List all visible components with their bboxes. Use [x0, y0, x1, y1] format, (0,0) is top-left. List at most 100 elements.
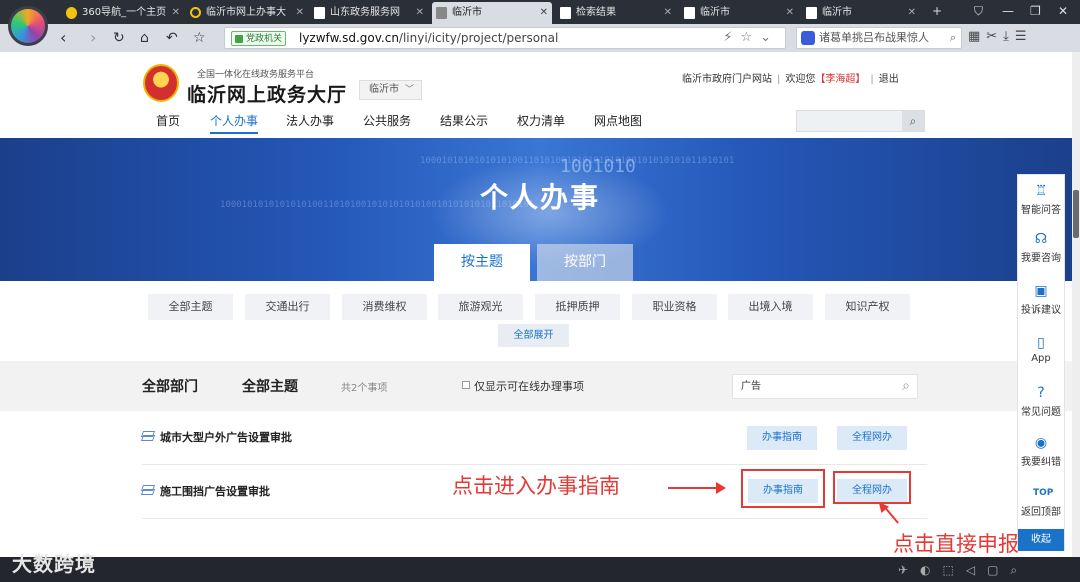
- online-apply-button[interactable]: 全程网办: [837, 426, 907, 450]
- faq-button[interactable]: ? 常见问题: [1018, 385, 1064, 418]
- status-icons[interactable]: ✈◐⬚◁▢⌕: [898, 563, 1029, 578]
- site-title[interactable]: 临沂网上政务大厅: [187, 80, 347, 107]
- topic-all[interactable]: 全部主题: [148, 294, 233, 320]
- user-name[interactable]: 【李海超】: [815, 74, 865, 85]
- topic-entry-exit[interactable]: 出境入境: [728, 294, 813, 320]
- side-label: 我要纠错: [1021, 457, 1061, 468]
- guide-button[interactable]: 办事指南: [747, 426, 817, 450]
- browser-tab[interactable]: 检索结果 ✕: [556, 2, 676, 24]
- browser-tab[interactable]: 山东政务服务网 ✕: [310, 2, 428, 24]
- forward-icon[interactable]: ›: [90, 28, 96, 48]
- url-action-icons[interactable]: ⚡☆⌄: [723, 30, 779, 45]
- browser-tab[interactable]: 360导航_一个主页 ✕: [62, 2, 184, 24]
- site-search-input[interactable]: ⌕: [796, 110, 925, 132]
- item-name[interactable]: 施工围挡广告设置审批: [160, 483, 270, 499]
- tab-by-topic[interactable]: 按主题: [434, 244, 530, 281]
- app-button[interactable]: ▯ App: [1018, 335, 1064, 364]
- browser-tab[interactable]: 临沂市网上办事大 ✕: [186, 2, 308, 24]
- arrow-head-icon: [716, 482, 726, 494]
- toolbar-icons[interactable]: ▦✂⤓☰: [968, 29, 1033, 44]
- topic-qualification[interactable]: 职业资格: [632, 294, 717, 320]
- apply-hint-annotation: 点击直接申报: [893, 532, 1019, 556]
- consult-button[interactable]: ☊ 我要咨询: [1018, 231, 1064, 264]
- reload-icon[interactable]: ↻: [113, 28, 125, 48]
- close-icon[interactable]: ✕: [540, 2, 548, 24]
- url-path: /linyi/icity/project/personal: [398, 31, 559, 45]
- close-icon[interactable]: ✕: [172, 2, 180, 24]
- shirt-icon[interactable]: ⛉: [974, 4, 983, 19]
- tab-label: 临沂市: [822, 7, 852, 18]
- page-scrollbar[interactable]: [1072, 52, 1080, 557]
- search-icon[interactable]: ⌕: [902, 111, 924, 131]
- new-tab-icon[interactable]: +: [932, 4, 942, 18]
- browser-tab[interactable]: 临沂市 ✕: [802, 2, 920, 24]
- favorite-icon[interactable]: ☆: [193, 28, 206, 48]
- gov-site-badge: 党政机关: [231, 31, 287, 46]
- location-icon: ◉: [1034, 435, 1048, 451]
- topic-mortgage[interactable]: 抵押质押: [535, 294, 620, 320]
- topic-ip[interactable]: 知识产权: [825, 294, 910, 320]
- close-window-icon[interactable]: ✕: [1058, 4, 1068, 18]
- back-to-top-button[interactable]: TOP 返回顶部: [1018, 485, 1064, 518]
- close-icon[interactable]: ✕: [664, 2, 672, 24]
- logout-link[interactable]: 退出: [879, 74, 899, 85]
- topic-filter: 全部主题 交通出行 消费维权 旅游观光 抵押质押 职业资格 出境入境 知识产权 …: [0, 281, 1080, 361]
- search-icon[interactable]: ⌕: [950, 28, 956, 48]
- topic-consumer[interactable]: 消费维权: [342, 294, 427, 320]
- tab-label: 临沂市: [452, 7, 482, 18]
- filter-bar: 全部部门 全部主题 共2个事项 仅显示可在线办理事项 广告 ⌕: [0, 361, 1080, 411]
- top-links: 临沂市政府门户网站 | 欢迎您【李海超】 | 退出: [682, 74, 899, 85]
- browser-tab[interactable]: 临沂市 ✕: [680, 2, 798, 24]
- nav-power-list[interactable]: 权力清单: [517, 110, 565, 132]
- banner-big-binary: 1001010: [560, 156, 636, 177]
- nav-personal[interactable]: 个人办事: [210, 110, 259, 134]
- close-icon[interactable]: ✕: [908, 2, 916, 24]
- question-icon: ?: [1037, 385, 1045, 401]
- restore-icon[interactable]: ❐: [1030, 4, 1041, 18]
- tab-by-department[interactable]: 按部门: [537, 244, 633, 281]
- side-label: 智能问答: [1021, 205, 1061, 216]
- minimize-icon[interactable]: —: [1002, 4, 1014, 18]
- search-engine-icon[interactable]: [801, 31, 815, 45]
- search-icon[interactable]: ⌕: [902, 375, 910, 398]
- topic-tourism[interactable]: 旅游观光: [438, 294, 523, 320]
- nav-corporate[interactable]: 法人办事: [286, 110, 334, 132]
- filter-all-departments[interactable]: 全部部门: [142, 376, 198, 396]
- close-icon[interactable]: ✕: [786, 2, 794, 24]
- item-search-input[interactable]: 广告 ⌕: [732, 374, 918, 399]
- browser-tab-active[interactable]: 临沂市 ✕: [432, 2, 552, 24]
- browser-logo-icon[interactable]: [8, 6, 48, 46]
- back-icon[interactable]: ‹: [60, 28, 66, 48]
- nav-public-service[interactable]: 公共服务: [363, 110, 411, 132]
- complaint-button[interactable]: ▣ 投诉建议: [1018, 283, 1064, 316]
- scrollbar-thumb[interactable]: [1073, 190, 1079, 238]
- portal-link[interactable]: 临沂市政府门户网站: [682, 74, 772, 85]
- side-label: 返回顶部: [1021, 507, 1061, 518]
- undo-icon[interactable]: ↶: [166, 28, 178, 48]
- close-icon[interactable]: ✕: [296, 2, 304, 24]
- smart-qa-button[interactable]: ♖ 智能问答: [1018, 183, 1064, 216]
- tab-label: 360导航_一个主页: [82, 7, 167, 18]
- collapse-button[interactable]: 收起: [1018, 529, 1064, 551]
- url-text: lyzwfw.sd.gov.cn/linyi/icity/project/per…: [299, 31, 558, 45]
- expand-all-button[interactable]: 全部展开: [498, 324, 569, 347]
- nav-results[interactable]: 结果公示: [440, 110, 488, 132]
- item-search-value: 广告: [741, 381, 761, 392]
- filter-all-topics[interactable]: 全部主题: [242, 376, 298, 396]
- tab-label: 临沂市网上办事大: [206, 7, 286, 18]
- topic-traffic[interactable]: 交通出行: [245, 294, 330, 320]
- home-icon[interactable]: ⌂: [140, 28, 149, 48]
- result-count: 共2个事项: [341, 383, 388, 394]
- online-only-label[interactable]: 仅显示可在线办理事项: [474, 378, 584, 394]
- online-only-checkbox[interactable]: [462, 381, 470, 389]
- url-input[interactable]: 党政机关 lyzwfw.sd.gov.cn/linyi/icity/projec…: [224, 27, 786, 49]
- city-select[interactable]: 临沂市 ﹀: [359, 80, 422, 100]
- nav-map[interactable]: 网点地图: [594, 110, 642, 132]
- phone-icon: ▯: [1037, 335, 1045, 351]
- nav-home[interactable]: 首页: [156, 110, 180, 132]
- item-name[interactable]: 城市大型户外广告设置审批: [160, 429, 292, 445]
- browser-search-input[interactable]: 诸葛单挑吕布战果惊人 ⌕: [796, 27, 962, 49]
- tab-favicon-icon: [436, 7, 447, 19]
- close-icon[interactable]: ✕: [416, 2, 424, 24]
- correction-button[interactable]: ◉ 我要纠错: [1018, 435, 1064, 468]
